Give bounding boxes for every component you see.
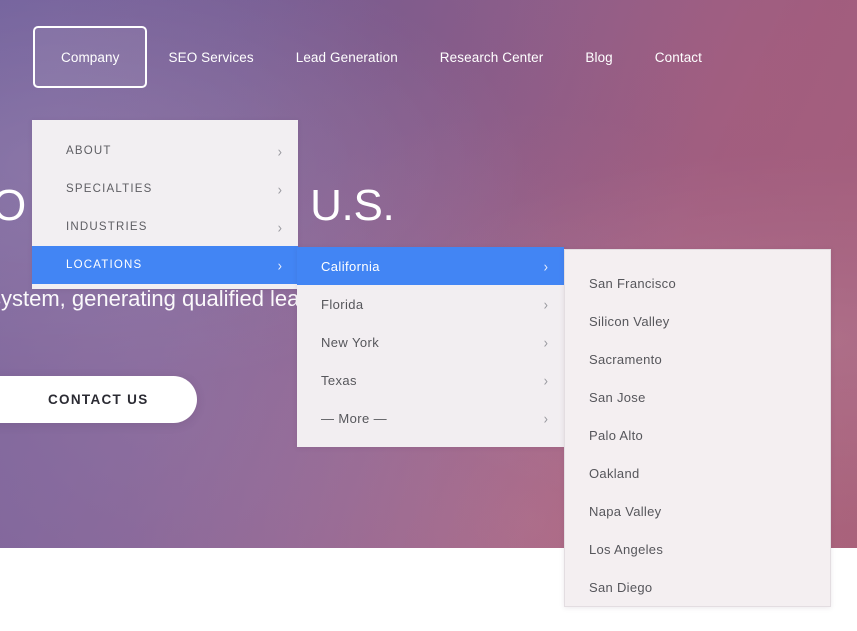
menu-item-palo-alto[interactable]: Palo Alto (565, 416, 830, 454)
dropdown-panel-company: ABOUT › SPECIALTIES › INDUSTRIES › LOCATIONS › (32, 120, 298, 289)
menu-item-los-angeles[interactable]: Los Angeles (565, 530, 830, 568)
nav-item-research-center[interactable]: Research Center (419, 26, 565, 88)
menu-item-texas[interactable]: Texas › (297, 361, 564, 399)
menu-item-about[interactable]: ABOUT › (32, 132, 298, 170)
menu-item-label: LOCATIONS (66, 259, 143, 271)
menu-item-california[interactable]: California › (297, 247, 564, 285)
menu-item-label: Napa Valley (589, 503, 662, 519)
nav-item-contact[interactable]: Contact (634, 26, 723, 88)
menu-item-silicon-valley[interactable]: Silicon Valley (565, 302, 830, 340)
chevron-right-icon: › (277, 218, 282, 236)
menu-item-label: Palo Alto (589, 427, 644, 443)
dropdown-panel-locations: California › Florida › New York › Texas › — More… (297, 247, 564, 447)
main-navigation: Company SEO Services Lead Generation Resear… (0, 26, 723, 88)
menu-item-locations[interactable]: LOCATIONS › (32, 246, 298, 284)
nav-item-seo-services[interactable]: SEO Services (147, 26, 274, 88)
menu-item-label: San Jose (589, 389, 646, 405)
chevron-right-icon: › (543, 371, 548, 389)
menu-item-label: San Francisco (589, 275, 676, 291)
dropdown-panel-california-cities: San Francisco Silicon Valley Sacramento San… (564, 249, 831, 607)
nav-item-company[interactable]: Company (33, 26, 148, 88)
menu-item-label: Los Angeles (589, 541, 664, 557)
menu-item-label: Florida (321, 296, 364, 312)
menu-item-label: Sacramento (589, 351, 663, 367)
menu-item-label: Silicon Valley (589, 313, 670, 329)
menu-item-label: San Diego (589, 579, 653, 595)
menu-item-new-york[interactable]: New York › (297, 323, 564, 361)
menu-item-san-diego[interactable]: San Diego (565, 568, 830, 606)
menu-item-label: Oakland (589, 465, 640, 481)
contact-us-button[interactable]: CONTACT US (0, 376, 197, 423)
chevron-right-icon: › (277, 256, 282, 274)
contact-us-label: CONTACT US (48, 392, 149, 407)
page-root: O Agency in the U.S. system, generating … (0, 0, 857, 631)
menu-item-oakland[interactable]: Oakland (565, 454, 830, 492)
menu-item-label: — More — (321, 410, 388, 426)
menu-item-san-francisco[interactable]: San Francisco (565, 264, 830, 302)
menu-item-napa-valley[interactable]: Napa Valley (565, 492, 830, 530)
menu-item-label: New York (321, 334, 380, 350)
menu-item-label: Texas (321, 372, 357, 388)
chevron-right-icon: › (277, 142, 282, 160)
menu-item-san-jose[interactable]: San Jose (565, 378, 830, 416)
nav-item-blog[interactable]: Blog (564, 26, 633, 88)
menu-item-label: SPECIALTIES (66, 183, 153, 195)
chevron-right-icon: › (277, 180, 282, 198)
menu-item-industries[interactable]: INDUSTRIES › (32, 208, 298, 246)
chevron-right-icon: › (543, 409, 548, 427)
menu-item-more[interactable]: — More — › (297, 399, 564, 437)
chevron-right-icon: › (543, 333, 548, 351)
chevron-right-icon: › (543, 295, 548, 313)
menu-item-florida[interactable]: Florida › (297, 285, 564, 323)
menu-item-label: ABOUT (66, 145, 112, 157)
menu-item-label: California (321, 258, 380, 274)
menu-item-label: INDUSTRIES (66, 221, 148, 233)
menu-item-specialties[interactable]: SPECIALTIES › (32, 170, 298, 208)
menu-item-sacramento[interactable]: Sacramento (565, 340, 830, 378)
nav-item-lead-generation[interactable]: Lead Generation (275, 26, 419, 88)
chevron-right-icon: › (543, 257, 548, 275)
